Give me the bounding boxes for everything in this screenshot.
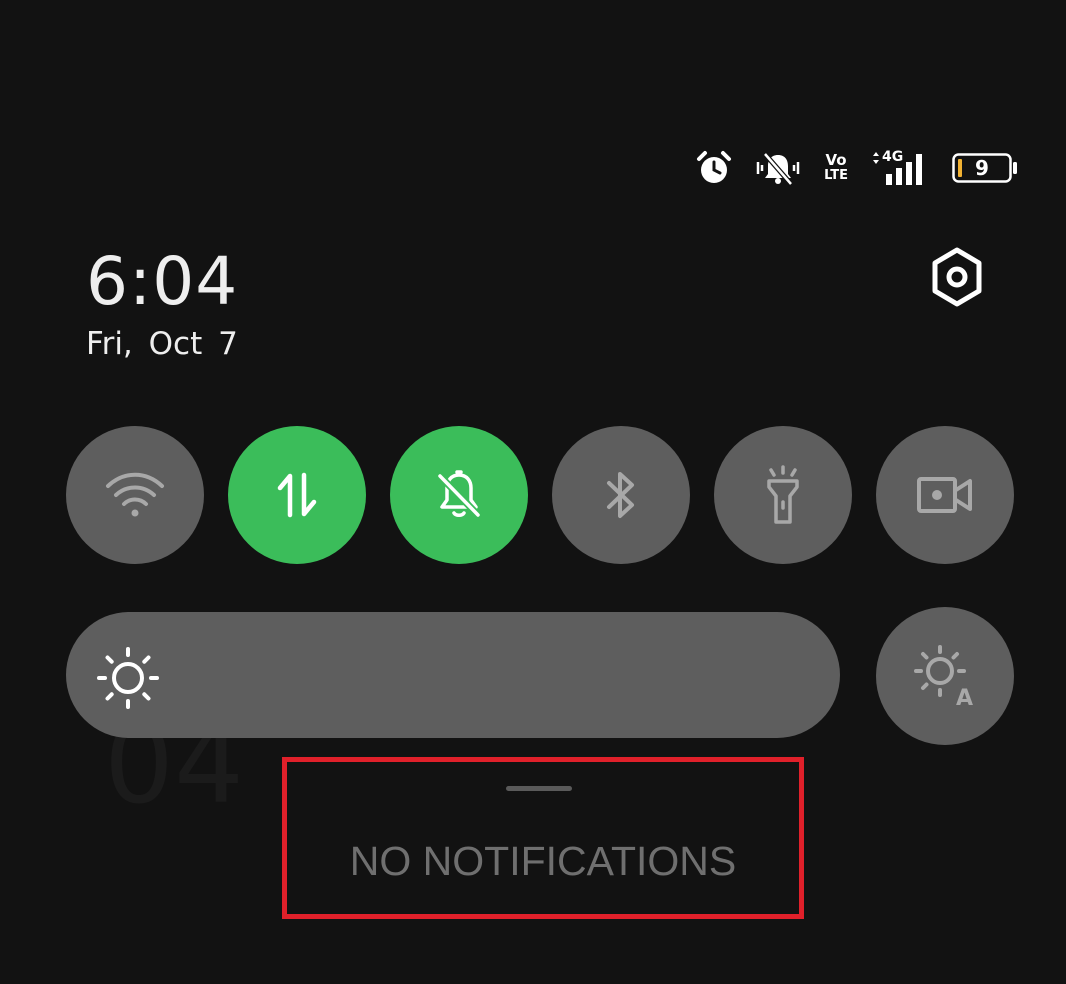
bluetooth-icon xyxy=(607,472,634,518)
do-not-disturb-toggle[interactable] xyxy=(390,426,528,564)
wifi-icon xyxy=(106,472,164,517)
signal-4g-icon: 4G xyxy=(870,150,930,186)
alarm-icon xyxy=(696,150,732,186)
date-label: Fri, Oct 7 xyxy=(86,326,238,362)
flashlight-icon xyxy=(767,465,799,524)
bluetooth-toggle[interactable] xyxy=(552,426,690,564)
vibrate-silent-icon xyxy=(754,150,802,186)
auto-letter: A xyxy=(956,686,973,708)
settings-button[interactable] xyxy=(924,244,990,310)
volte-icon: Vo LTE xyxy=(824,151,848,184)
no-notifications-label: NO NOTIFICATIONS xyxy=(349,838,737,884)
flashlight-toggle[interactable] xyxy=(714,426,852,564)
battery-level: 9 xyxy=(975,156,989,180)
battery-icon: 9 xyxy=(952,153,1018,183)
gear-icon xyxy=(932,247,982,307)
sun-icon xyxy=(97,647,159,709)
brightness-slider[interactable] xyxy=(66,612,840,738)
wifi-toggle[interactable] xyxy=(66,426,204,564)
status-bar: Vo LTE 4G 9 xyxy=(696,140,1018,196)
screen-record-toggle[interactable] xyxy=(876,426,1014,564)
bell-off-icon xyxy=(437,470,481,518)
auto-brightness-button[interactable]: A xyxy=(876,607,1014,745)
mobile-data-toggle[interactable] xyxy=(228,426,366,564)
data-transfer-icon xyxy=(277,472,317,518)
video-camera-icon xyxy=(917,477,972,513)
auto-brightness-icon: A xyxy=(914,645,973,708)
clock-time: 6:04 xyxy=(86,243,239,320)
